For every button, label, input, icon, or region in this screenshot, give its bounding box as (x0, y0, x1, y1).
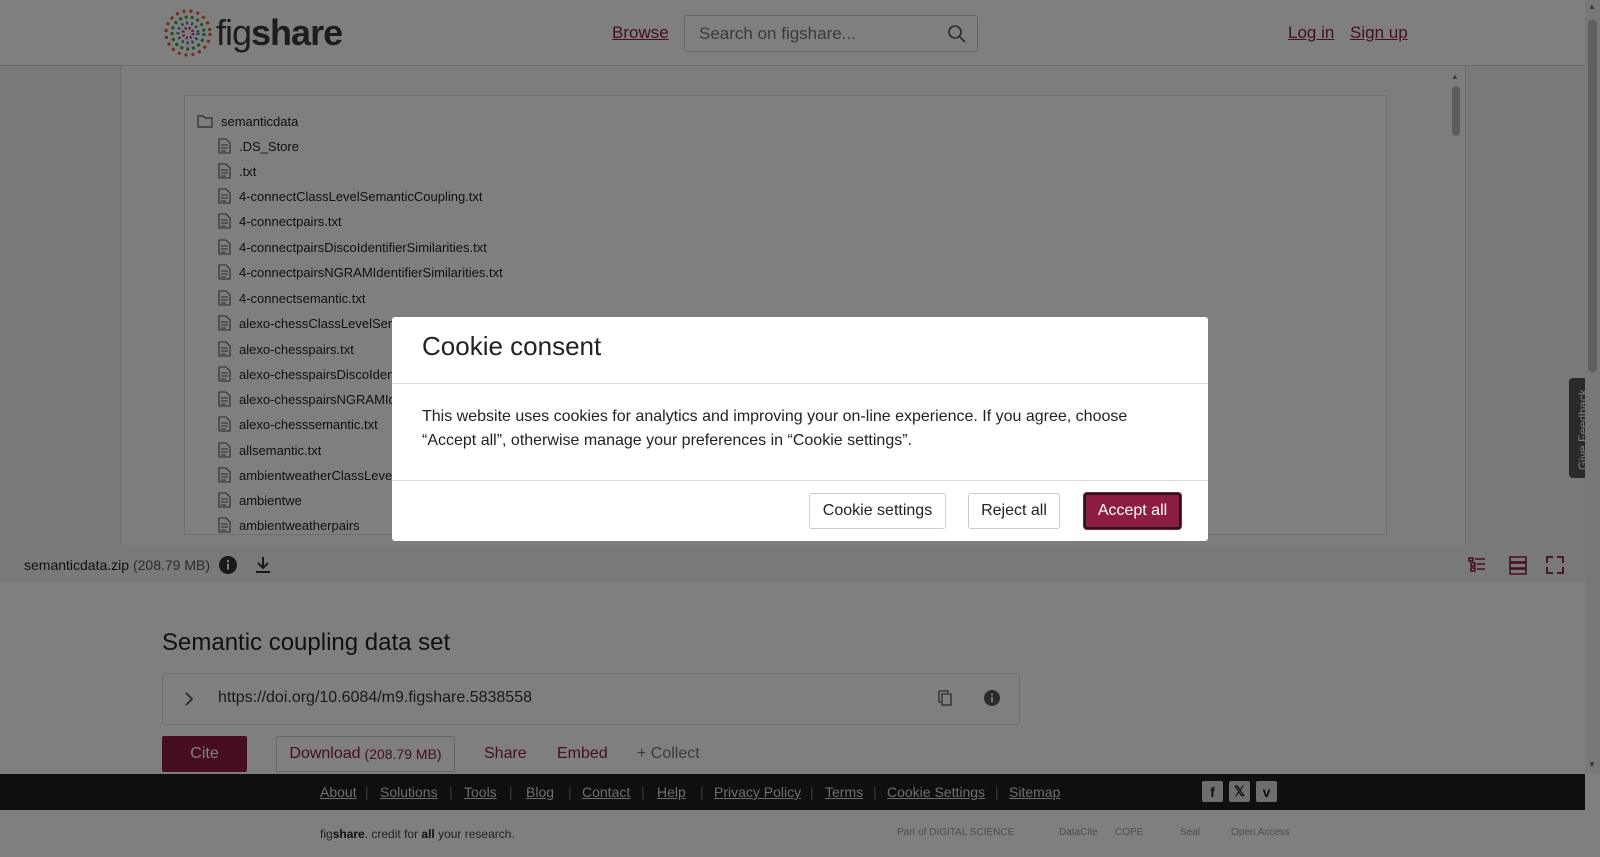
dialog-body: This website uses cookies for analytics … (422, 408, 1128, 449)
dialog-divider (392, 383, 1208, 384)
reject-all-button[interactable]: Reject all (968, 493, 1060, 529)
cookie-consent-dialog: Cookie consent This website uses cookies… (392, 317, 1208, 541)
dialog-title: Cookie consent (422, 331, 602, 361)
cookie-settings-button[interactable]: Cookie settings (809, 493, 946, 529)
dialog-divider (392, 480, 1208, 481)
accept-all-button[interactable]: Accept all (1084, 493, 1181, 529)
